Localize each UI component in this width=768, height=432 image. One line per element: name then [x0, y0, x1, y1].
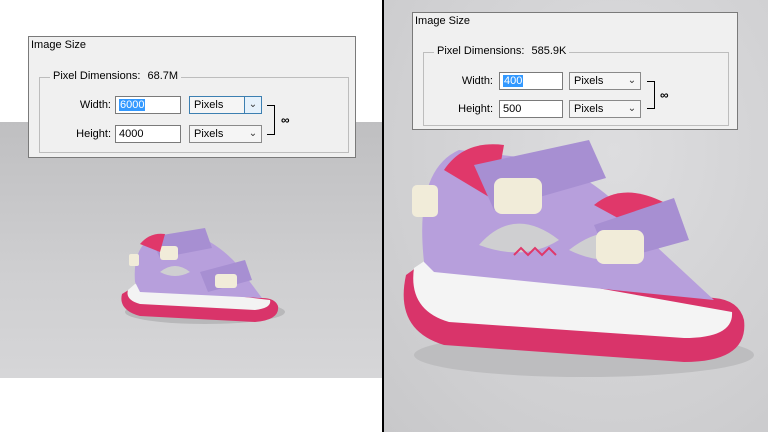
pixel-dimensions-value: 68.7M	[147, 70, 179, 82]
chevron-down-icon: ⌄	[627, 103, 637, 114]
image-size-dialog-left: Image Size Pixel Dimensions: 68.7M Width…	[28, 36, 356, 158]
dialog-title: Image Size	[415, 15, 471, 27]
constrain-bracket	[647, 81, 655, 109]
dialog-title: Image Size	[31, 39, 87, 51]
chevron-down-icon: ⌄	[627, 75, 637, 86]
pixel-dimensions-title: Pixel Dimensions: 68.7M	[50, 70, 182, 82]
height-value: 4000	[119, 128, 144, 140]
width-label: Width:	[79, 99, 111, 111]
width-input[interactable]: 6000	[115, 96, 181, 114]
height-unit-select[interactable]: Pixels ⌄	[569, 100, 641, 118]
left-panel: Image Size Pixel Dimensions: 68.7M Width…	[0, 0, 382, 432]
height-unit-select[interactable]: Pixels ⌄	[189, 125, 262, 143]
height-input[interactable]: 4000	[115, 125, 181, 143]
link-chain-icon[interactable]: ∞	[281, 113, 290, 127]
pixel-dimensions-value: 585.9K	[531, 45, 567, 57]
width-value: 400	[503, 75, 524, 87]
width-unit-value: Pixels	[574, 75, 604, 87]
height-label: Height:	[458, 103, 493, 115]
width-unit-value: Pixels	[194, 99, 224, 111]
width-unit-select[interactable]: Pixels ⌄	[569, 72, 641, 90]
width-label: Width:	[461, 75, 493, 87]
chevron-down-icon: ⌄	[248, 128, 258, 139]
link-chain-icon[interactable]: ∞	[660, 88, 669, 102]
product-photo-small	[0, 122, 382, 378]
width-unit-select[interactable]: Pixels ⌄	[189, 96, 262, 114]
sandal-small-image	[121, 228, 285, 324]
height-unit-value: Pixels	[194, 128, 224, 140]
width-value: 6000	[119, 99, 146, 111]
height-label: Height:	[76, 128, 111, 140]
constrain-bracket	[267, 105, 275, 135]
height-input[interactable]: 500	[499, 100, 563, 118]
image-size-dialog-right: Image Size Pixel Dimensions: 585.9K Widt…	[412, 12, 738, 130]
height-unit-value: Pixels	[574, 103, 604, 115]
right-panel: Image Size Pixel Dimensions: 585.9K Widt…	[384, 0, 768, 432]
chevron-down-icon: ⌄	[244, 97, 261, 113]
width-input[interactable]: 400	[499, 72, 563, 90]
height-value: 500	[503, 103, 522, 115]
pixel-dimensions-title: Pixel Dimensions: 585.9K	[434, 45, 570, 57]
